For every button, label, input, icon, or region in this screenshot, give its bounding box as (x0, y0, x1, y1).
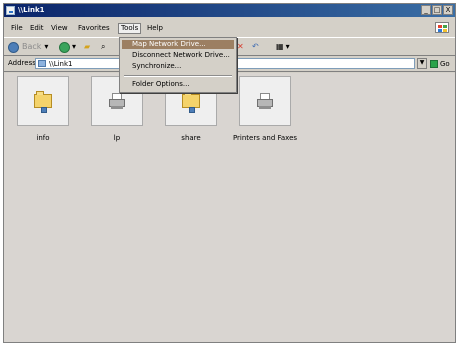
undo-icon: ↶ (252, 42, 259, 51)
delete-button[interactable]: ✕ (237, 41, 244, 53)
synchronize-item[interactable]: Synchronize... (122, 62, 234, 71)
file-list: info lp share Printers and Faxes (4, 73, 455, 342)
views-icon: ▦ (276, 42, 284, 51)
search-icon: ⌕ (101, 42, 106, 51)
menu-favorites[interactable]: Favorites (76, 24, 112, 33)
file-label: info (36, 134, 50, 142)
forward-icon (59, 41, 70, 53)
menu-help[interactable]: Help (145, 24, 165, 33)
menu-tools[interactable]: Tools (118, 23, 142, 34)
go-arrow-icon (430, 59, 438, 68)
window-controls: _ □ X (421, 5, 453, 15)
back-icon (8, 41, 19, 53)
chevron-down-icon: ▾ (285, 42, 290, 51)
file-label: Printers and Faxes (232, 134, 298, 142)
minimize-button[interactable]: _ (421, 5, 431, 15)
chevron-down-icon: ▾ (44, 42, 49, 51)
back-label: Back (22, 42, 42, 51)
map-network-drive-item[interactable]: Map Network Drive... (122, 40, 234, 49)
shared-folder-icon (34, 91, 52, 113)
menu-edit[interactable]: Edit (28, 24, 46, 33)
disconnect-network-drive-item[interactable]: Disconnect Network Drive... (122, 51, 234, 60)
folder-options-item[interactable]: Folder Options... (122, 80, 234, 89)
tools-menu-dropdown: Map Network Drive... Disconnect Network … (119, 37, 237, 93)
address-value: \\Link1 (49, 60, 73, 68)
windows-flag-icon (435, 22, 449, 33)
file-item-info[interactable]: info (17, 76, 69, 146)
folder-up-icon: ▰ (84, 42, 91, 51)
network-folder-icon (38, 60, 46, 67)
undo-button[interactable]: ↶ (252, 41, 259, 53)
menu-bar: File Edit View Favorites Tools Help (4, 21, 455, 36)
printer-icon (255, 93, 275, 109)
up-folder-button[interactable]: ▰ (84, 41, 90, 53)
back-button[interactable]: Back ▾ (8, 41, 48, 53)
printer-icon (107, 93, 127, 109)
file-label: share (181, 134, 201, 142)
menu-file[interactable]: File (9, 24, 25, 33)
delete-icon: ✕ (237, 42, 244, 51)
title-bar: \\Link1 _ □ X (4, 4, 455, 17)
address-dropdown-button[interactable]: ▼ (417, 58, 427, 69)
address-label: Address (8, 59, 36, 67)
go-button[interactable]: Go (430, 58, 453, 69)
search-button[interactable]: ⌕ (101, 41, 105, 53)
file-thumbnail (17, 76, 69, 126)
maximize-button[interactable]: □ (432, 5, 442, 15)
file-item-printers-and-faxes[interactable]: Printers and Faxes (233, 76, 297, 146)
forward-button[interactable]: ▾ (59, 41, 76, 53)
views-button[interactable]: ▦ ▾ (276, 41, 290, 53)
file-label: lp (113, 134, 121, 142)
shared-folder-icon (182, 91, 200, 113)
go-label: Go (440, 59, 450, 68)
network-folder-icon (6, 6, 15, 15)
menu-separator (124, 75, 232, 77)
menu-view[interactable]: View (49, 24, 70, 33)
file-thumbnail (239, 76, 291, 126)
window-title: \\Link1 (18, 6, 45, 14)
explorer-window: \\Link1 _ □ X File Edit View Favorites T… (3, 3, 456, 343)
chevron-down-icon: ▾ (72, 42, 77, 51)
close-button[interactable]: X (443, 5, 453, 15)
